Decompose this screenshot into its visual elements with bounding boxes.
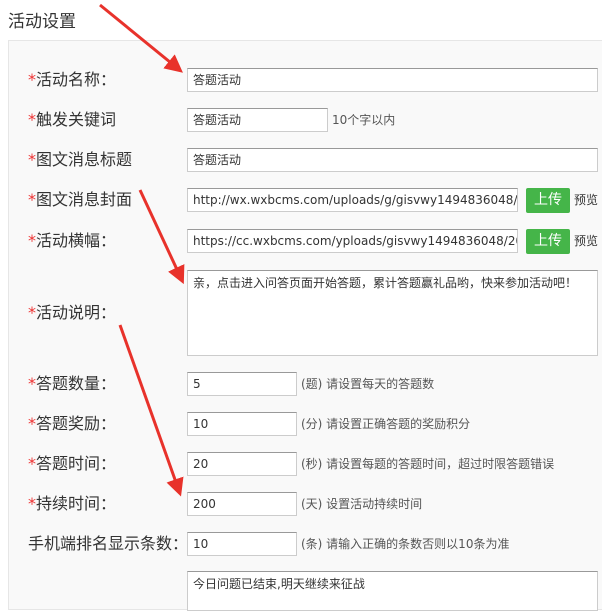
label-cover: *图文消息封面 (28, 188, 132, 212)
label-banner: *活动横幅： (28, 229, 116, 253)
required-mark: * (28, 303, 36, 322)
label-text: 活动说明： (36, 303, 117, 322)
required-mark: * (28, 454, 36, 473)
rank-count-input[interactable]: 10 (187, 532, 297, 556)
label-description: *活动说明： (28, 301, 116, 325)
required-mark: * (28, 231, 36, 250)
label-text: 图文消息标题 (36, 150, 133, 169)
end-message-textarea[interactable]: 今日问题已结束,明天继续来征战 (187, 571, 598, 611)
required-mark: * (28, 374, 36, 393)
question-count-hint: (题) 请设置每天的答题数 (301, 377, 435, 391)
rank-count-hint: (条) 请输入正确的条数否则以10条为准 (301, 537, 510, 551)
keyword-hint: 10个字以内 (332, 113, 396, 127)
label-reward: *答题奖励： (28, 412, 116, 436)
answer-time-input[interactable]: 20 (187, 452, 297, 476)
reward-hint: (分) 请设置正确答题的奖励积分 (301, 417, 471, 431)
banner-preview-link[interactable]: 预览 (574, 229, 598, 254)
banner-upload-button[interactable]: 上传 (526, 229, 570, 254)
duration-input[interactable]: 200 (187, 492, 297, 516)
required-mark: * (28, 494, 36, 513)
activity-name-input[interactable]: 答题活动 (187, 68, 598, 92)
news-title-input[interactable]: 答题活动 (187, 148, 598, 172)
label-keyword: *触发关键词 (28, 108, 116, 132)
label-text: 答题时间： (36, 454, 117, 473)
label-text: 触发关键词 (36, 110, 117, 129)
label-text: 答题奖励： (36, 414, 117, 433)
label-text: 活动名称： (36, 70, 117, 89)
required-mark: * (28, 70, 36, 89)
label-text: 答题数量： (36, 374, 117, 393)
cover-upload-button[interactable]: 上传 (526, 188, 570, 213)
label-rank-count: 手机端排名显示条数： (28, 534, 189, 553)
label-text: 图文消息封面 (36, 190, 133, 209)
cover-preview-link[interactable]: 预览 (574, 188, 598, 213)
required-mark: * (28, 414, 36, 433)
question-count-input[interactable]: 5 (187, 372, 297, 396)
description-textarea[interactable]: 亲，点击进入问答页面开始答题，累计答题赢礼品哟，快来参加活动吧！ (187, 270, 598, 356)
label-answer-time: *答题时间： (28, 452, 116, 476)
section-title: 活动设置 (8, 12, 76, 32)
label-news-title: *图文消息标题 (28, 148, 132, 172)
keyword-input[interactable]: 答题活动 (187, 108, 328, 132)
banner-url-input[interactable]: https://cc.wxbcms.com/yploads/gisvwy1494… (187, 229, 518, 253)
label-text: 活动横幅： (36, 231, 117, 250)
reward-input[interactable]: 10 (187, 412, 297, 436)
duration-hint: (天) 设置活动持续时间 (301, 497, 423, 511)
cover-url-input[interactable]: http://wx.wxbcms.com/uploads/g/gisvwy149… (187, 188, 518, 212)
label-text: 持续时间： (36, 494, 117, 513)
required-mark: * (28, 150, 36, 169)
required-mark: * (28, 110, 36, 129)
answer-time-hint: (秒) 请设置每题的答题时间，超过时限答题错误 (301, 457, 555, 471)
label-duration: *持续时间： (28, 492, 116, 516)
label-activity-name: *活动名称： (28, 68, 116, 92)
required-mark: * (28, 190, 36, 209)
label-question-count: *答题数量： (28, 372, 116, 396)
